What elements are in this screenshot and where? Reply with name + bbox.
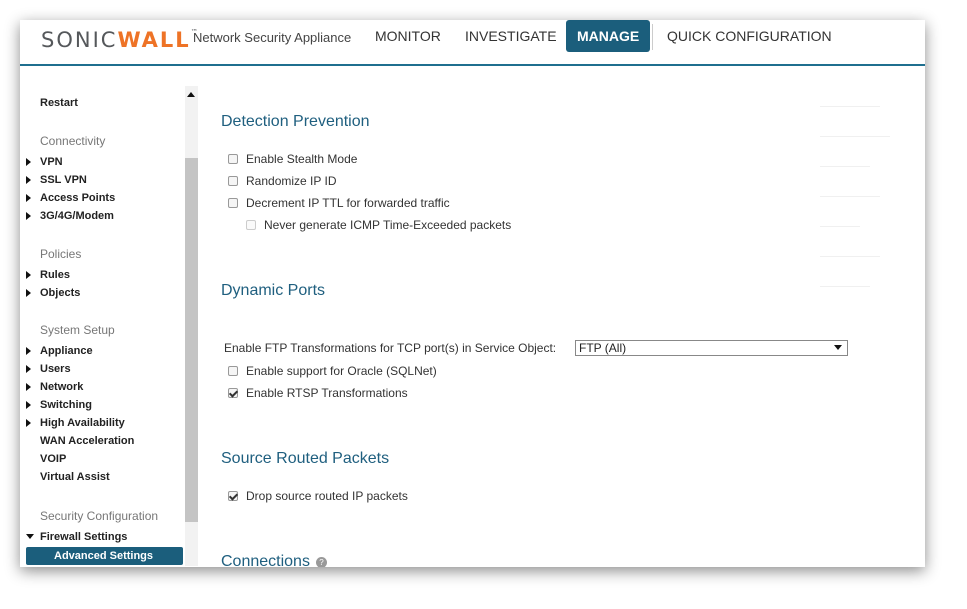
collapse-arrow-icon[interactable] bbox=[26, 534, 34, 539]
top-header: SONICWALL™ Network Security Appliance MO… bbox=[20, 20, 925, 66]
nav-divider bbox=[652, 24, 653, 50]
logo-text: SONIC bbox=[41, 28, 118, 52]
sidebar: Restart Connectivity VPN SSL VPN Access … bbox=[20, 66, 198, 567]
app-window: SONICWALL™ Network Security Appliance MO… bbox=[20, 20, 925, 567]
sidebar-item-firewall-settings[interactable]: Firewall Settings bbox=[40, 531, 127, 543]
scroll-up-arrow-icon[interactable] bbox=[187, 92, 195, 97]
checkbox[interactable] bbox=[228, 176, 238, 186]
section-title-connections: Connections? bbox=[221, 553, 327, 567]
option-enable-stealth-mode[interactable]: Enable Stealth Mode bbox=[228, 152, 357, 166]
checkbox[interactable] bbox=[228, 366, 238, 376]
expand-arrow-icon[interactable] bbox=[26, 365, 31, 373]
checkbox[interactable] bbox=[228, 198, 238, 208]
dropdown-arrow-icon[interactable] bbox=[834, 345, 842, 350]
expand-arrow-icon[interactable] bbox=[26, 419, 31, 427]
sidebar-heading-policies: Policies bbox=[40, 247, 82, 261]
sidebar-heading-connectivity: Connectivity bbox=[40, 134, 106, 148]
sidebar-item-appliance[interactable]: Appliance bbox=[40, 345, 93, 357]
nav-manage[interactable]: MANAGE bbox=[566, 20, 651, 52]
sidebar-item-wan-acceleration[interactable]: WAN Acceleration bbox=[40, 435, 134, 447]
expand-arrow-icon[interactable] bbox=[26, 383, 31, 391]
nav-monitor[interactable]: MONITOR bbox=[364, 20, 452, 52]
checkbox[interactable] bbox=[228, 154, 238, 164]
sidebar-item-users[interactable]: Users bbox=[40, 363, 71, 375]
expand-arrow-icon[interactable] bbox=[26, 347, 31, 355]
sidebar-item-network[interactable]: Network bbox=[40, 381, 83, 393]
sidebar-scrollbar-thumb[interactable] bbox=[185, 158, 198, 522]
ftp-transformations-label: Enable FTP Transformations for TCP port(… bbox=[224, 341, 557, 355]
option-label: Enable RTSP Transformations bbox=[246, 386, 408, 400]
faint-line bbox=[820, 226, 860, 227]
sidebar-item-vpn[interactable]: VPN bbox=[40, 156, 63, 168]
checkbox-checked[interactable] bbox=[228, 388, 238, 398]
option-drop-source-routed[interactable]: Drop source routed IP packets bbox=[228, 489, 408, 503]
option-label: Drop source routed IP packets bbox=[246, 489, 408, 503]
faint-line bbox=[820, 166, 870, 167]
nav-investigate[interactable]: INVESTIGATE bbox=[454, 20, 568, 52]
section-title-detection-prevention: Detection Prevention bbox=[221, 113, 370, 130]
option-label: Randomize IP ID bbox=[246, 174, 337, 188]
product-name: Network Security Appliance bbox=[193, 30, 352, 45]
sidebar-item-voip[interactable]: VOIP bbox=[40, 453, 66, 465]
sidebar-heading-system-setup: System Setup bbox=[40, 323, 115, 337]
expand-arrow-icon[interactable] bbox=[26, 194, 31, 202]
faint-line bbox=[820, 106, 880, 107]
expand-arrow-icon[interactable] bbox=[26, 289, 31, 297]
logo-accent-text: WALL bbox=[117, 28, 191, 52]
option-label: Never generate ICMP Time-Exceeded packet… bbox=[264, 218, 512, 232]
select-value: FTP (All) bbox=[579, 341, 627, 355]
sidebar-heading-security-configuration: Security Configuration bbox=[40, 509, 159, 523]
sonicwall-logo[interactable]: SONICWALL™ bbox=[41, 28, 200, 52]
sidebar-item-rules[interactable]: Rules bbox=[40, 269, 70, 281]
option-label: Decrement IP TTL for forwarded traffic bbox=[246, 196, 450, 210]
option-decrement-ip-ttl[interactable]: Decrement IP TTL for forwarded traffic bbox=[228, 196, 450, 210]
sidebar-item-objects[interactable]: Objects bbox=[40, 287, 80, 299]
help-icon[interactable]: ? bbox=[315, 557, 327, 567]
sidebar-item-access-points[interactable]: Access Points bbox=[40, 192, 115, 204]
expand-arrow-icon[interactable] bbox=[26, 401, 31, 409]
sidebar-item-3g-4g-modem[interactable]: 3G/4G/Modem bbox=[40, 210, 114, 222]
option-label: Enable Stealth Mode bbox=[246, 152, 358, 166]
option-label: Enable support for Oracle (SQLNet) bbox=[246, 364, 437, 378]
expand-arrow-icon[interactable] bbox=[26, 212, 31, 220]
sidebar-item-advanced-settings[interactable]: Advanced Settings bbox=[26, 547, 183, 565]
checkbox-checked[interactable] bbox=[228, 491, 238, 501]
option-enable-oracle-sqlnet[interactable]: Enable support for Oracle (SQLNet) bbox=[228, 364, 437, 378]
faint-line bbox=[820, 256, 880, 257]
option-randomize-ip-id[interactable]: Randomize IP ID bbox=[228, 174, 337, 188]
ftp-service-object-select[interactable]: FTP (All) bbox=[575, 340, 848, 356]
sidebar-item-switching[interactable]: Switching bbox=[40, 399, 92, 411]
faint-line bbox=[820, 286, 870, 287]
option-never-generate-icmp[interactable]: Never generate ICMP Time-Exceeded packet… bbox=[246, 218, 511, 232]
faint-line bbox=[820, 196, 880, 197]
option-enable-rtsp[interactable]: Enable RTSP Transformations bbox=[228, 386, 408, 400]
expand-arrow-icon[interactable] bbox=[26, 158, 31, 166]
main-content: Detection Prevention Enable Stealth Mode… bbox=[200, 66, 925, 567]
faint-line bbox=[820, 136, 890, 137]
expand-arrow-icon[interactable] bbox=[26, 271, 31, 279]
section-title-dynamic-ports: Dynamic Ports bbox=[221, 282, 326, 299]
sidebar-item-restart[interactable]: Restart bbox=[40, 97, 78, 109]
sidebar-item-virtual-assist[interactable]: Virtual Assist bbox=[40, 471, 110, 483]
section-title-source-routed-packets: Source Routed Packets bbox=[221, 450, 390, 467]
connections-title-text: Connections bbox=[221, 553, 310, 567]
sidebar-item-ssl-vpn[interactable]: SSL VPN bbox=[40, 174, 87, 186]
nav-quick-configuration[interactable]: QUICK CONFIGURATION bbox=[656, 20, 843, 52]
expand-arrow-icon[interactable] bbox=[26, 176, 31, 184]
sidebar-item-high-availability[interactable]: High Availability bbox=[40, 417, 125, 429]
checkbox[interactable] bbox=[246, 220, 256, 230]
